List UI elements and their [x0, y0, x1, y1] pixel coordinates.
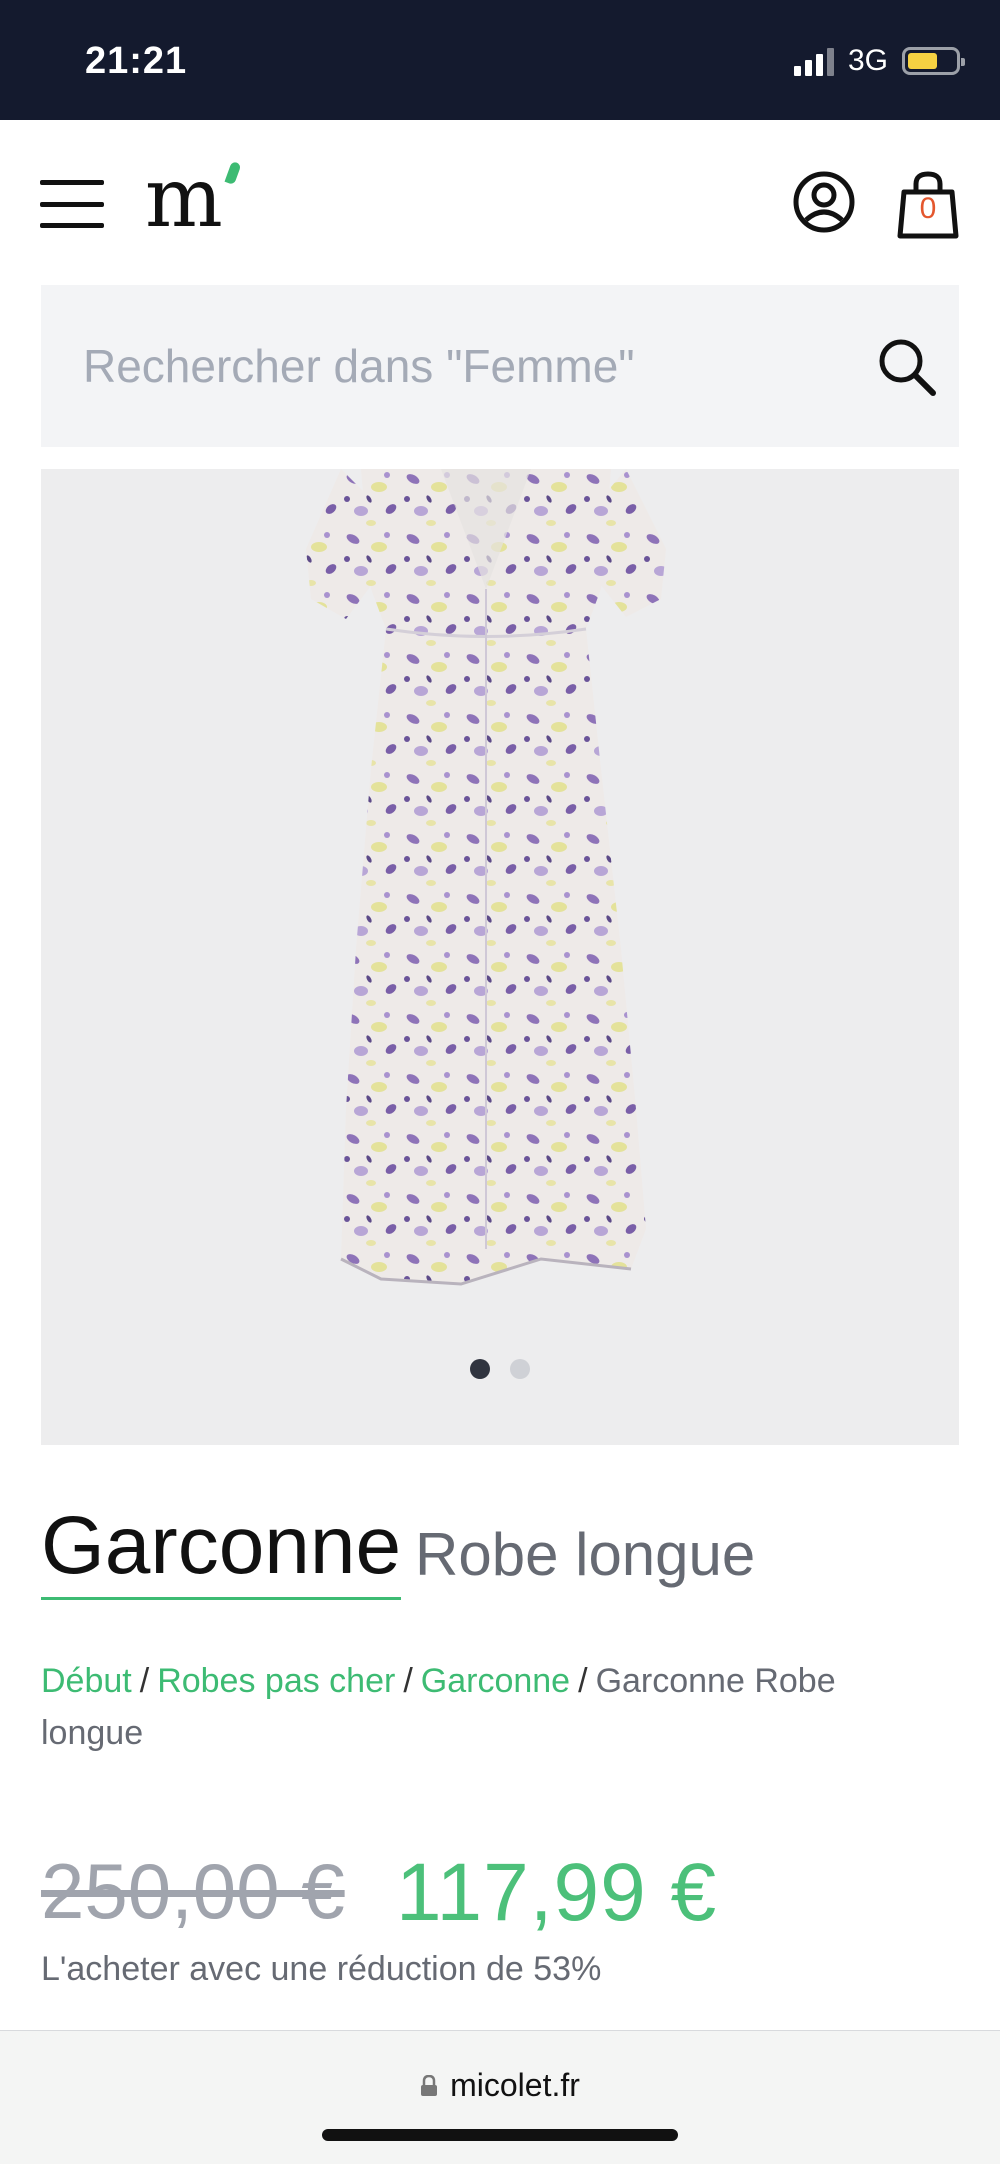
network-type: 3G [847, 44, 888, 77]
status-bar: 21:21 3G [0, 0, 1000, 120]
url-text: micolet.fr [450, 2067, 580, 2103]
product-brand[interactable]: Garconne [41, 1505, 402, 1600]
carousel-dots [41, 1359, 959, 1379]
search-icon[interactable] [875, 335, 939, 399]
status-time: 21:21 [85, 40, 188, 82]
carousel-dot-2[interactable] [510, 1359, 530, 1379]
cart-count: 0 [919, 192, 937, 225]
search-placeholder: Rechercher dans "Femme" [83, 340, 635, 392]
breadcrumb-home[interactable]: Début [41, 1662, 132, 1700]
search-input[interactable]: Rechercher dans "Femme" [41, 285, 959, 447]
lock-icon [421, 2074, 438, 2096]
home-indicator[interactable] [322, 2129, 678, 2141]
discount-text: L'acheter avec une réduction de 53% [41, 1950, 602, 1988]
original-price: 250,00 € [41, 1847, 345, 1935]
menu-icon[interactable] [40, 180, 104, 228]
breadcrumb-category[interactable]: Robes pas cher [157, 1662, 395, 1700]
product-image [306, 469, 666, 1286]
carousel-dot-1[interactable] [470, 1359, 490, 1379]
url-display[interactable]: micolet.fr [0, 2067, 1000, 2104]
signal-icon [793, 46, 834, 76]
shopping-bag-button[interactable]: 0 [896, 170, 960, 240]
site-header: m 0 [0, 120, 1000, 285]
breadcrumb: Début / Robes pas cher / Garconne / Garconne R… [41, 1655, 941, 1759]
battery-icon [902, 47, 965, 75]
user-circle-icon[interactable] [792, 170, 856, 234]
status-indicators: 3G [793, 44, 965, 78]
breadcrumb-separator: / [139, 1662, 150, 1700]
breadcrumb-separator: / [578, 1662, 588, 1700]
breadcrumb-brand[interactable]: Garconne [421, 1662, 570, 1700]
browser-url-bar[interactable]: micolet.fr [0, 2030, 1000, 2164]
product-name: Robe longue [415, 1521, 756, 1588]
breadcrumb-separator: / [403, 1662, 413, 1700]
sale-price: 117,99 € [396, 1847, 718, 1938]
site-logo[interactable]: m [145, 158, 223, 240]
product-image-carousel[interactable] [41, 469, 959, 1445]
logo-accent [224, 160, 242, 186]
